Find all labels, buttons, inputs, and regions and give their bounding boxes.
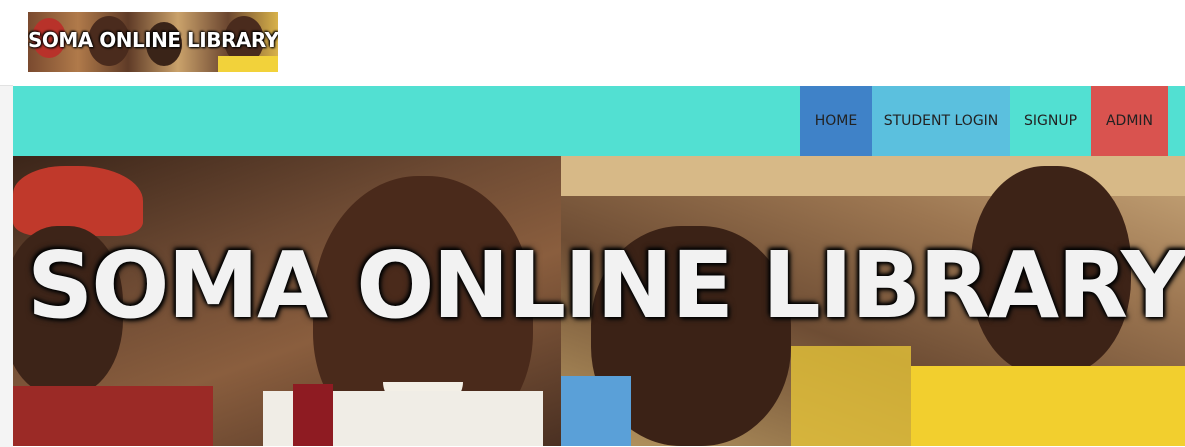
nav-admin[interactable]: ADMIN: [1091, 86, 1168, 156]
hero-banner: SOMA ONLINE LIBRARY: [13, 156, 1185, 446]
left-gutter: [0, 85, 13, 447]
nav-signup[interactable]: SIGNUP: [1010, 86, 1091, 156]
nav-student-login[interactable]: STUDENT LOGIN: [872, 86, 1010, 156]
logo-photo-shirt: [218, 56, 278, 72]
site-header: SOMA ONLINE LIBRARY: [0, 0, 1185, 85]
site-logo[interactable]: SOMA ONLINE LIBRARY: [28, 12, 278, 72]
logo-text: SOMA ONLINE LIBRARY: [28, 28, 278, 52]
hero-photo-headscarf: [13, 166, 143, 236]
main-navbar: HOME STUDENT LOGIN SIGNUP ADMIN: [13, 86, 1185, 156]
hero-photo-shirt: [911, 366, 1185, 446]
hero-photo-shirt: [561, 376, 631, 446]
hero-photo-uniform-strap: [293, 384, 333, 446]
hero-photo-clothing: [13, 386, 213, 446]
hero-title: SOMA ONLINE LIBRARY: [27, 232, 1185, 339]
nav-home[interactable]: HOME: [800, 86, 872, 156]
hero-photo-shirt: [791, 346, 911, 446]
